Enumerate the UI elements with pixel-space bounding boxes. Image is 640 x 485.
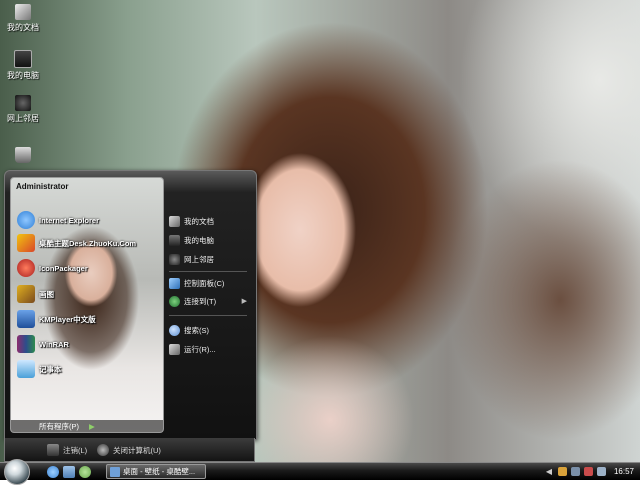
winrar-icon [17, 335, 35, 353]
tray-network-icon[interactable] [570, 467, 580, 476]
place-item-control-panel[interactable]: 控制面板(C) [169, 275, 249, 291]
place-item-connect-to[interactable]: 连接到(T) ▶ [169, 293, 249, 309]
start-menu-footer: 注销(L) 关闭计算机(U) [4, 438, 255, 462]
system-tray: ◀ 16:57 [530, 463, 640, 480]
logoff-label: 注销(L) [63, 445, 88, 455]
program-item-winrar[interactable]: WinRAR [17, 334, 69, 354]
logoff-button[interactable]: 注销(L) [47, 443, 87, 457]
connect-to-icon [169, 295, 180, 307]
shutdown-button[interactable]: 关闭计算机(U) [97, 443, 161, 457]
program-item-zhuoku-theme[interactable]: 桌酷主题Desk.ZhuoKu.Com [17, 233, 136, 253]
program-label: 桌酷主题Desk.ZhuoKu.Com [39, 238, 137, 248]
desktop-icon-label: 我的文档 [7, 23, 39, 32]
program-item-kmplayer[interactable]: KMPlayer中文版 [17, 309, 96, 329]
key-icon [47, 444, 59, 456]
all-programs-button[interactable]: 所有程序(P) ▶ [11, 420, 163, 432]
desktop-icon-label: 我的电脑 [7, 71, 39, 80]
submenu-arrow-icon: ▶ [241, 298, 247, 305]
place-item-run[interactable]: 运行(R)... [169, 341, 249, 357]
show-desktop-icon[interactable] [63, 466, 75, 478]
start-menu-programs-panel: Administrator Internet Explorer 桌酷主题Desk… [10, 177, 164, 433]
tray-expand-icon[interactable]: ◀ [546, 467, 552, 476]
paint-icon [17, 285, 35, 303]
start-button[interactable] [4, 459, 30, 485]
window-icon [110, 466, 120, 477]
run-icon [169, 343, 180, 355]
start-menu-places-panel: 我的文档 我的电脑 网上邻居 控制面板(C) 连接到(T) ▶ 搜索(S) 运行… [165, 177, 251, 431]
program-label: Internet Explorer [39, 215, 100, 225]
place-label: 控制面板(C) [184, 278, 225, 288]
place-label: 我的文档 [184, 216, 214, 226]
program-item-paint[interactable]: 画图 [17, 284, 54, 304]
internet-explorer-icon [17, 211, 35, 229]
desktop-icon-label: 网上邻居 [7, 114, 39, 123]
network-icon [169, 253, 180, 265]
places-divider [169, 315, 247, 316]
place-label: 网上邻居 [184, 254, 214, 264]
network-icon [15, 95, 31, 111]
ie-quicklaunch-icon[interactable] [47, 466, 59, 478]
desktop-icon-computer[interactable]: 我的电脑 [1, 50, 45, 81]
program-label: KMPlayer中文版 [39, 314, 96, 324]
taskbar-window-label: 桌面 - 壁纸 - 桌酷壁... [123, 467, 196, 476]
place-item-computer[interactable]: 我的电脑 [169, 232, 249, 248]
tray-volume-icon[interactable] [596, 467, 606, 476]
place-item-search[interactable]: 搜索(S) [169, 322, 249, 338]
search-icon [169, 324, 180, 336]
place-item-network[interactable]: 网上邻居 [169, 251, 249, 267]
places-divider [169, 271, 247, 272]
program-label: 画图 [39, 289, 54, 299]
arrow-right-icon: ▶ [89, 421, 95, 431]
iconpackager-icon [17, 259, 35, 277]
control-panel-icon [169, 277, 180, 289]
place-item-documents[interactable]: 我的文档 [169, 213, 249, 229]
desktop-icon-documents[interactable]: 我的文档 [1, 4, 45, 33]
program-item-internet-explorer[interactable]: Internet Explorer [17, 210, 99, 230]
desktop-icon-recycle-bin[interactable] [1, 147, 45, 165]
desktop-icon-network[interactable]: 网上邻居 [1, 95, 45, 124]
recycle-bin-icon [15, 147, 31, 163]
program-item-notepad[interactable]: 记事本 [17, 359, 62, 379]
media-player-icon[interactable] [79, 466, 91, 478]
documents-icon [169, 215, 180, 227]
clock[interactable]: 16:57 [614, 467, 634, 476]
tray-app-icon[interactable] [557, 467, 567, 476]
documents-icon [15, 4, 31, 20]
user-name: Administrator [16, 182, 69, 191]
start-menu: Administrator Internet Explorer 桌酷主题Desk… [4, 170, 257, 440]
zhuoku-theme-icon [17, 234, 35, 252]
power-icon [97, 444, 109, 456]
program-label: WinRAR [39, 339, 69, 349]
taskbar-window-button[interactable]: 桌面 - 壁纸 - 桌酷壁... [106, 464, 206, 479]
program-item-iconpackager[interactable]: IconPackager [17, 258, 88, 278]
all-programs-label: 所有程序(P) [39, 421, 79, 431]
place-label: 运行(R)... [184, 344, 216, 354]
place-label: 连接到(T) [184, 296, 217, 306]
program-label: IconPackager [39, 263, 88, 273]
place-label: 搜索(S) [184, 325, 209, 335]
place-label: 我的电脑 [184, 235, 214, 245]
shutdown-label: 关闭计算机(U) [113, 445, 161, 455]
tray-security-icon[interactable] [583, 467, 593, 476]
computer-icon [169, 234, 180, 246]
program-label: 记事本 [39, 364, 62, 374]
computer-icon [14, 50, 32, 68]
notepad-icon [17, 360, 35, 378]
kmplayer-icon [17, 310, 35, 328]
taskbar: 桌面 - 壁纸 - 桌酷壁... ◀ 16:57 [0, 459, 640, 485]
